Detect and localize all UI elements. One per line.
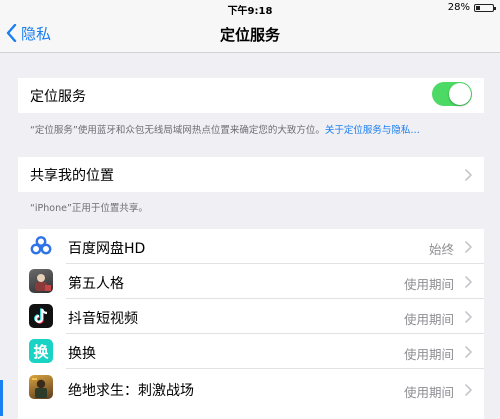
location-services-label: 定位服务 [30,88,86,105]
battery-icon [474,4,496,12]
battery-percent: 28% [447,2,470,13]
chevron-right-icon [465,384,472,396]
app-row-pubg-mobile[interactable]: 绝地求生：刺激战场 使用期间 [18,369,484,407]
app-name: 抖音短视频 [68,311,138,327]
share-location-card: 共享我的位置 [18,157,484,192]
chevron-right-icon [465,276,472,288]
baidu-netdisk-icon [29,234,53,258]
footnote-text: “定位服务”使用蓝牙和众包无线局域网热点位置来确定您的大致方位。 [30,125,325,136]
identity-v-icon [29,269,53,293]
app-location-status: 使用期间 [403,312,454,327]
status-time: 下午9:18 [227,6,273,17]
chevron-right-icon [465,169,472,181]
chevron-right-icon [465,346,472,358]
app-row-douyin[interactable]: 抖音短视频 使用期间 [18,299,484,334]
status-bar: 下午9:18 28% [0,0,500,17]
app-name: 第五人格 [68,276,124,292]
douyin-icon [29,304,53,328]
app-location-status: 使用期间 [403,347,454,362]
share-location-footnote: “iPhone”正用于位置共享。 [30,203,148,214]
location-services-card: 定位服务 [18,78,484,113]
page-title: 定位服务 [219,26,280,44]
navigation-bar: 隐私 定位服务 [0,16,500,53]
scroll-edge-indicator [0,380,3,416]
chevron-right-icon [465,241,472,253]
share-location-row[interactable]: 共享我的位置 [18,157,484,192]
location-services-footnote: “定位服务”使用蓝牙和众包无线局域网热点位置来确定您的大致方位。关于定位服务与隐… [30,122,420,136]
chevron-right-icon [465,311,472,323]
pubg-mobile-icon [29,375,53,399]
battery-level [476,6,480,10]
toggle-knob [449,83,471,105]
huanhuan-icon: 换 [29,339,53,363]
app-list: 百度网盘HD 始终 第五人格 使用期间 抖音短视频 使用期间 换 换换 使用期间… [18,229,484,419]
share-location-label: 共享我的位置 [30,167,114,184]
app-row-identity-v[interactable]: 第五人格 使用期间 [18,264,484,299]
app-row-huanhuan[interactable]: 换 换换 使用期间 [18,334,484,369]
app-row-baidu-netdisk[interactable]: 百度网盘HD 始终 [18,229,484,264]
app-name: 百度网盘HD [68,241,146,257]
app-location-status: 使用期间 [403,277,454,292]
privacy-link[interactable]: 关于定位服务与隐私… [325,125,420,136]
app-name: 绝地求生：刺激战场 [68,383,194,399]
app-location-status: 始终 [428,242,454,257]
app-name: 换换 [68,346,96,362]
huanhuan-icon-glyph: 换 [33,342,49,361]
app-location-status: 使用期间 [403,385,454,400]
location-services-row: 定位服务 [18,78,484,113]
location-services-toggle[interactable] [432,82,472,106]
